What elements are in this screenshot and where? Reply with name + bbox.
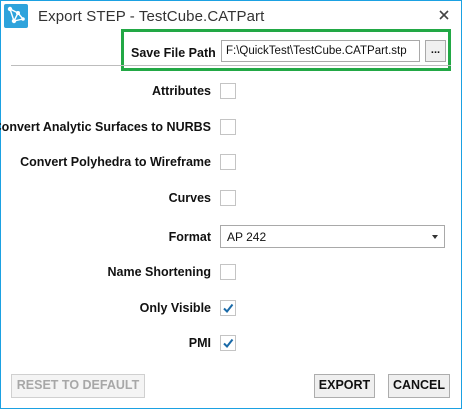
check-icon [223,338,234,349]
option-label-only-visible: Only Visible [139,301,211,315]
chevron-down-icon [432,235,438,239]
reset-to-default-button[interactable]: RESET TO DEFAULT [11,374,145,398]
checkbox-name-shortening[interactable] [220,264,236,280]
option-label-convert-polyhedra: Convert Polyhedra to Wireframe [20,155,211,169]
option-label-pmi: PMI [188,336,211,350]
app-logo-icon [4,4,28,28]
checkbox-attributes[interactable] [220,83,236,99]
format-selected-value: AP 242 [227,230,267,244]
title-bar: Export STEP - TestCube.CATPart [1,1,461,31]
checkbox-convert-analytic-surfaces[interactable] [220,119,236,135]
cancel-button[interactable]: CANCEL [388,374,450,398]
browse-button[interactable]: ... [425,40,446,62]
separator [11,65,451,66]
option-label-name-shortening: Name Shortening [107,265,212,279]
option-label-attributes: Attributes [151,84,211,98]
check-icon [223,303,234,314]
save-file-path-input[interactable]: F:\QuickTest\TestCube.CATPart.stp [221,40,420,62]
checkbox-only-visible[interactable] [220,300,236,316]
checkbox-pmi[interactable] [220,335,236,351]
window-title: Export STEP - TestCube.CATPart [38,8,265,25]
format-select[interactable]: AP 242 [220,225,445,248]
format-label: Format [168,230,211,244]
option-label-convert-analytic-surfaces: Convert Analytic Surfaces to NURBS [0,120,211,134]
close-icon[interactable] [433,4,455,26]
checkbox-curves[interactable] [220,190,236,206]
export-step-dialog: Export STEP - TestCube.CATPart Save File… [0,0,462,409]
save-file-path-label: Save File Path [131,46,216,60]
checkbox-convert-polyhedra[interactable] [220,154,236,170]
export-button[interactable]: EXPORT [314,374,375,398]
option-label-curves: Curves [168,191,211,205]
